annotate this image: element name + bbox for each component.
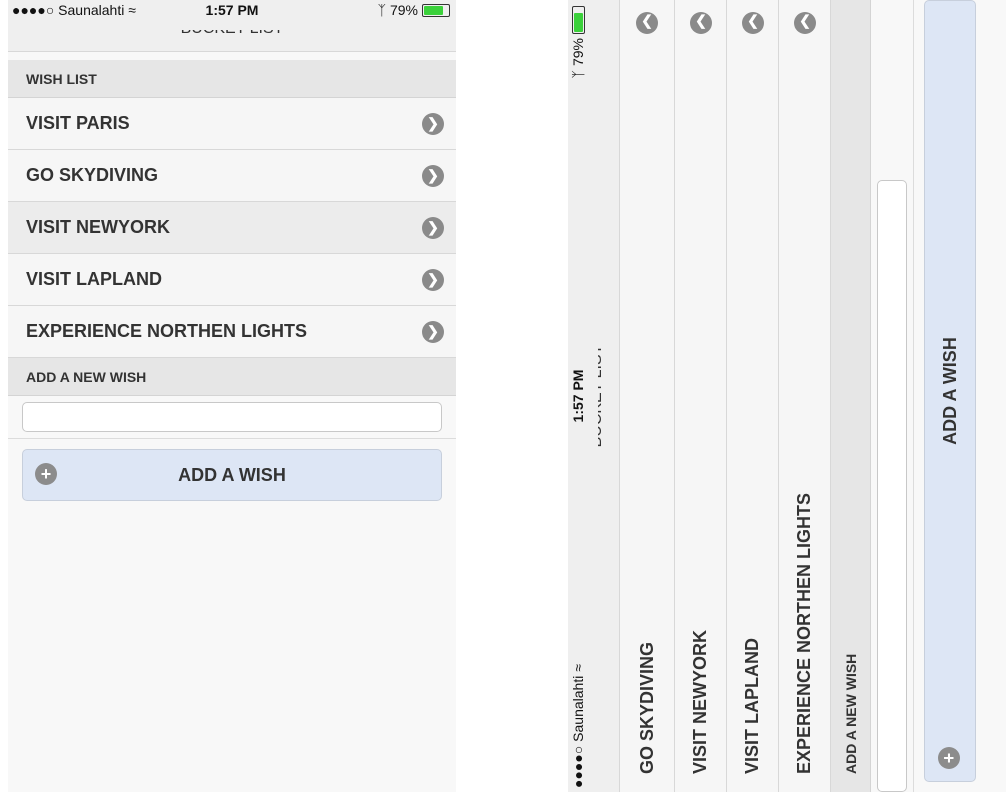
clock-rotated: 1:57 PM (570, 369, 586, 423)
add-wish-button-label-rotated: ADD A WISH (939, 337, 960, 445)
chevron-up-icon: ❯ (636, 12, 658, 34)
status-bar: ●●●●○ Saunalahti ≈ 1:57 PM ᛉ 79% (8, 0, 456, 30)
add-wish-button-label: ADD A WISH (178, 464, 286, 485)
wish-list-heading: WISH LIST (8, 60, 456, 98)
list-item[interactable]: VISIT NEWYORK ❯ (8, 202, 456, 254)
new-wish-heading-rotated: ADD A NEW WISH (831, 0, 871, 792)
new-wish-field-wrap-rotated (871, 0, 914, 792)
new-wish-heading: ADD A NEW WISH (8, 358, 456, 396)
plus-icon: + (938, 747, 960, 769)
chevron-right-icon: ❯ (422, 216, 444, 239)
chevron-right-icon: ❯ (422, 112, 444, 135)
list-item-label: VISIT NEWYORK (690, 629, 710, 774)
battery-indicator: ᛉ 79% (378, 2, 450, 18)
chevron-up-icon: ❯ (689, 12, 712, 34)
list-item-label: VISIT NEWYORK (26, 217, 171, 237)
battery-percent: 79% (389, 2, 418, 18)
list-item-label: VISIT LAPLAND (26, 269, 163, 289)
list-item-label: GO SKYDIVING (26, 165, 159, 185)
bluetooth-icon: ᛉ (570, 70, 586, 79)
status-bar-rotated: ●●●●○ Saunalahti ≈ 1:57 PM ᛉ 79% (568, 0, 598, 792)
new-wish-field-wrap (8, 396, 456, 439)
add-wish-button[interactable]: + ADD A WISH (22, 449, 442, 501)
battery-percent-rotated: 79% (570, 38, 586, 67)
battery-indicator-rotated: ᛉ 79% (570, 6, 586, 78)
battery-icon (422, 3, 450, 17)
list-item[interactable]: GO SKYDIVING ❯ (620, 0, 675, 792)
rotated-screen: ●●●●○ Saunalahti ≈ 1:57 PM ᛉ 79% BUCKET … (568, 0, 1006, 792)
plus-icon: + (35, 463, 57, 485)
chevron-up-icon: ❯ (793, 12, 816, 34)
list-item-label: VISIT PARIS (26, 113, 130, 133)
battery-icon (571, 6, 585, 34)
rotated-screen-content: ●●●●○ Saunalahti ≈ 1:57 PM ᛉ 79% BUCKET … (568, 0, 1006, 792)
chevron-right-icon: ❯ (422, 164, 444, 187)
list-item-label: VISIT LAPLAND (742, 637, 762, 774)
list-item[interactable]: VISIT LAPLAND ❯ (727, 0, 779, 792)
bluetooth-icon: ᛉ (377, 2, 386, 18)
list-item[interactable]: EXPERIENCE NORTHEN LIGHTS ❯ (779, 0, 831, 792)
list-item-label: EXPERIENCE NORTHEN LIGHTS (794, 492, 814, 774)
list-item-label: GO SKYDIVING (636, 641, 657, 774)
portrait-screen: ●●●●○ Saunalahti ≈ 1:57 PM ᛉ 79% BUCKET … (8, 0, 456, 792)
list-item-label: EXPERIENCE NORTHEN LIGHTS (26, 321, 308, 341)
chevron-right-icon: ❯ (422, 268, 444, 291)
list-item[interactable]: VISIT PARIS ❯ (8, 98, 456, 150)
new-wish-input[interactable] (22, 402, 442, 432)
list-item[interactable]: VISIT LAPLAND ❯ (8, 254, 456, 306)
list-item[interactable]: GO SKYDIVING ❯ (8, 150, 456, 202)
new-wish-input-rotated[interactable] (877, 180, 907, 792)
list-item[interactable]: EXPERIENCE NORTHEN LIGHTS ❯ (8, 306, 456, 358)
chevron-right-icon: ❯ (422, 320, 444, 343)
list-item[interactable]: VISIT NEWYORK ❯ (675, 0, 727, 792)
add-wish-button-rotated[interactable]: + ADD A WISH (924, 0, 976, 782)
chevron-up-icon: ❯ (741, 12, 764, 34)
